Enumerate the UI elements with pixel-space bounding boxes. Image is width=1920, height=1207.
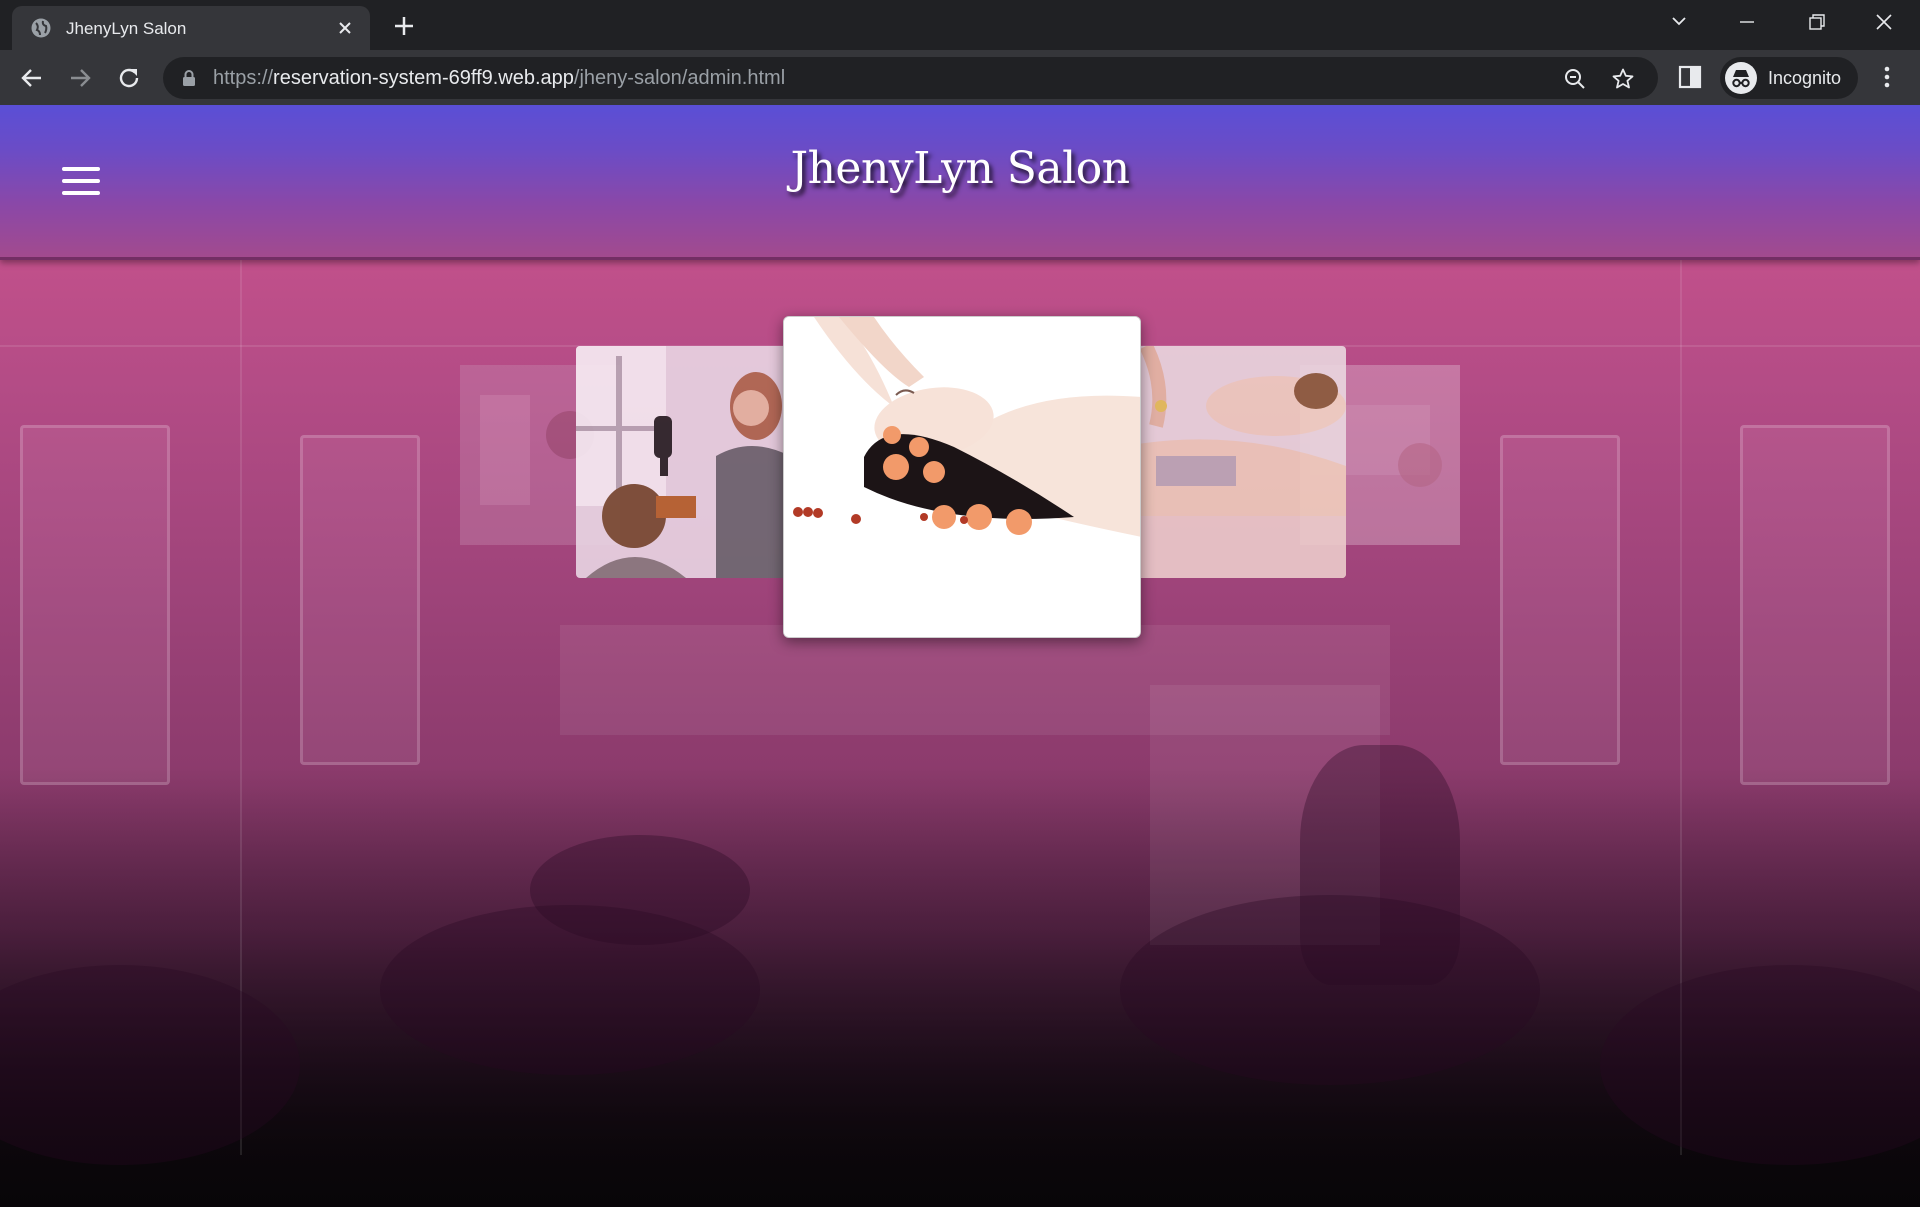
- url-text[interactable]: https://reservation-system-69ff9.web.app…: [213, 67, 785, 89]
- side-panel-icon[interactable]: [1677, 64, 1703, 90]
- minimize-icon[interactable]: [1731, 8, 1763, 36]
- page-viewport: JhenyLyn Salon: [0, 105, 1920, 1207]
- browser-tab-strip: JhenyLyn Salon: [0, 0, 1920, 50]
- url-scheme: https://: [213, 67, 274, 89]
- browser-tab[interactable]: JhenyLyn Salon: [12, 6, 370, 50]
- star-icon[interactable]: [1611, 67, 1635, 91]
- incognito-label: Incognito: [1768, 68, 1842, 88]
- plus-icon[interactable]: [390, 12, 418, 40]
- site-title: JhenyLyn Salon: [790, 143, 1130, 194]
- spa-face-massage-with-flowers-photo[interactable]: [783, 316, 1141, 638]
- site-header: JhenyLyn Salon: [0, 105, 1920, 260]
- back-arrow-icon[interactable]: [17, 63, 47, 93]
- tab-search-icon[interactable]: [1663, 8, 1695, 36]
- salon-background: [0, 105, 1920, 1207]
- url-path: /jheny-salon/admin.html: [573, 67, 786, 89]
- globe-icon: [31, 18, 51, 38]
- lock-icon[interactable]: [181, 69, 197, 87]
- close-icon[interactable]: [1868, 8, 1900, 36]
- close-icon[interactable]: [334, 17, 356, 39]
- more-menu-icon[interactable]: [1874, 64, 1900, 90]
- url-host: reservation-system-69ff9.web.app: [273, 67, 574, 89]
- incognito-icon: [1725, 62, 1757, 94]
- reload-icon[interactable]: [114, 63, 144, 93]
- back-massage-oil-photo[interactable]: [1126, 346, 1346, 578]
- restore-icon[interactable]: [1800, 8, 1832, 36]
- browser-toolbar: https://reservation-system-69ff9.web.app…: [0, 50, 1920, 105]
- hair-blowdry-photo[interactable]: [576, 346, 790, 578]
- address-bar[interactable]: https://reservation-system-69ff9.web.app…: [163, 57, 1658, 99]
- zoom-icon[interactable]: [1563, 67, 1587, 91]
- forward-arrow-icon[interactable]: [65, 63, 95, 93]
- tab-title: JhenyLyn Salon: [66, 19, 187, 38]
- incognito-profile-button[interactable]: Incognito: [1720, 57, 1858, 99]
